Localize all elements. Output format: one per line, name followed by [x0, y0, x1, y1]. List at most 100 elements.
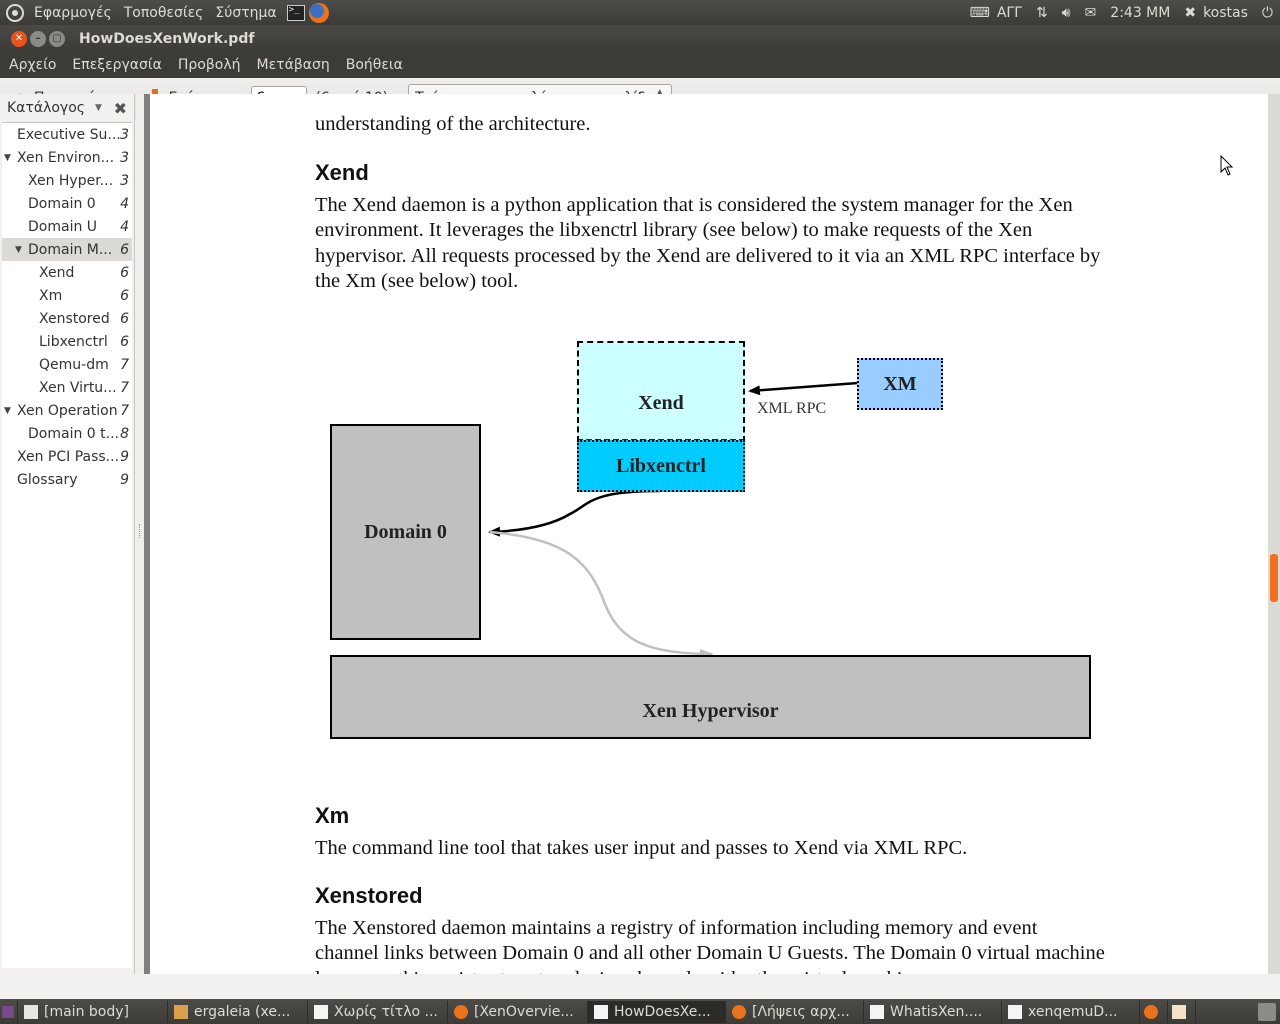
task-howdoesxen[interactable]: HowDoesXe... — [588, 1000, 726, 1023]
hypervisor-box-label: Xen Hypervisor — [642, 699, 779, 722]
toc-item-page: 6 — [120, 310, 129, 327]
toc-item[interactable]: ▼ Xen Operation 7 — [2, 399, 132, 422]
toc-item[interactable]: Xen PCI Pass... 9 — [2, 445, 132, 468]
task-label: xenqemuD... — [1028, 1003, 1118, 1020]
close-window-icon[interactable]: ✕ — [11, 30, 27, 47]
document-icon — [870, 1004, 884, 1019]
mouse-cursor-icon — [1220, 155, 1234, 176]
keyboard-icon[interactable]: ⌨ — [963, 5, 997, 21]
toc-item[interactable]: Xen Hyper... 3 — [2, 169, 132, 192]
vertical-scrollbar[interactable] — [1268, 94, 1280, 974]
applications-menu[interactable]: Εφαρμογές — [28, 5, 118, 21]
volume-icon[interactable]: 🔊︎ — [1055, 5, 1078, 21]
toc-item-label: Glossary — [17, 471, 78, 488]
expander-open-icon[interactable]: ▼ — [4, 406, 11, 416]
domain0-box: Domain 0 — [330, 424, 481, 640]
task-label: [XenOvervie... — [474, 1003, 574, 1020]
ubuntu-logo-icon[interactable] — [6, 3, 24, 22]
domain0-box-label: Domain 0 — [364, 520, 447, 543]
toc-item[interactable]: Domain U 4 — [2, 215, 132, 238]
notes-task-icon[interactable] — [1168, 1000, 1196, 1023]
toc-item-page: 6 — [120, 264, 129, 281]
toc-item[interactable]: Xm 6 — [2, 284, 132, 307]
toc-item[interactable]: Domain 0 t... 8 — [2, 422, 132, 445]
task-main-body[interactable]: [main body] — [18, 1000, 168, 1023]
sidebar-mode-label[interactable]: Κατάλογος — [7, 100, 85, 116]
title-bar: ✕ – ▢ HowDoesXenWork.pdf — [0, 25, 1280, 52]
menu-go[interactable]: Μετάβαση — [249, 57, 338, 73]
toc-item-selected[interactable]: ▼ Domain M... 6 — [2, 238, 132, 261]
domain0-hypervisor-edge — [489, 530, 714, 659]
firefox-icon — [1144, 1004, 1158, 1019]
toc-item-label: Xenstored — [39, 310, 110, 327]
maximize-window-icon[interactable]: ▢ — [49, 30, 65, 47]
xend-box: Xend — [577, 341, 745, 442]
toc-item[interactable]: ▼ Xen Environ... 3 — [2, 146, 132, 169]
terminal-launcher-icon[interactable] — [286, 4, 305, 21]
close-sidebar-icon[interactable]: ✖ — [114, 99, 127, 118]
places-menu[interactable]: Τοποθεσίες — [118, 5, 210, 21]
menu-bar: Αρχείο Επεξεργασία Προβολή Μετάβαση Βοήθ… — [0, 52, 1280, 78]
task-label: WhatisXen.... — [890, 1003, 983, 1020]
toc-item-page: 8 — [120, 425, 129, 442]
toc-item-label: Domain 0 t... — [28, 425, 119, 442]
top-panel: Εφαρμογές Τοποθεσίες Σύστημα ⌨ ΑΓΓ ⇅ 🔊︎ … — [0, 0, 1280, 25]
firefox-task-icon[interactable] — [1140, 1000, 1168, 1023]
expander-open-icon[interactable]: ▼ — [15, 245, 22, 255]
expander-open-icon[interactable]: ▼ — [4, 153, 11, 163]
mail-icon[interactable]: ✉ — [1078, 5, 1104, 21]
task-label: ergaleia (xe... — [194, 1003, 291, 1020]
scrollbar-thumb[interactable] — [1270, 554, 1278, 602]
toc-item-label: Qemu-dm — [39, 356, 109, 373]
menu-help[interactable]: Βοήθεια — [338, 57, 411, 73]
task-whatisxen[interactable]: WhatisXen.... — [864, 1000, 1002, 1023]
show-desktop-icon[interactable] — [0, 1000, 18, 1023]
keyboard-layout[interactable]: ΑΓΓ — [997, 5, 1029, 21]
toc-item-page: 4 — [120, 218, 129, 235]
notes-icon — [1172, 1004, 1186, 1019]
sidebar-resize-handle[interactable] — [136, 94, 144, 974]
task-label: HowDoesXe... — [614, 1003, 711, 1020]
toc-item-label: Xen Hyper... — [28, 172, 114, 189]
task-xenqemu[interactable]: xenqemuD... — [1002, 1000, 1140, 1023]
xm-box: XM — [857, 358, 943, 410]
toc-item-page: 6 — [120, 241, 129, 258]
document-view[interactable]: understanding of the architecture. Xend … — [144, 94, 1280, 974]
menu-view[interactable]: Προβολή — [170, 57, 249, 73]
toc-item[interactable]: Qemu-dm 7 — [2, 353, 132, 376]
clock[interactable]: 2:43 ΜΜ — [1103, 5, 1177, 21]
toc-item[interactable]: Executive Su... 3 — [2, 123, 132, 146]
dropdown-icon[interactable]: ▼ — [95, 103, 102, 113]
trash-icon[interactable] — [1258, 1002, 1276, 1021]
firefox-launcher-icon[interactable] — [308, 2, 329, 23]
toc-item-page: 7 — [120, 379, 129, 396]
system-menu[interactable]: Σύστημα — [209, 5, 282, 21]
menu-edit[interactable]: Επεξεργασία — [64, 57, 169, 73]
power-icon[interactable]: ⏻ — [1255, 5, 1280, 21]
toc-item[interactable]: Xen Virtu... 7 — [2, 376, 132, 399]
task-ergaleia[interactable]: ergaleia (xe... — [168, 1000, 308, 1023]
pdf-icon — [594, 1004, 608, 1019]
toc-item-label: Xen Environ... — [17, 149, 115, 166]
user-name[interactable]: kostas — [1196, 5, 1255, 21]
toc-item-page: 3 — [120, 126, 129, 143]
toc-item[interactable]: Glossary 9 — [2, 468, 132, 491]
task-downloads[interactable]: [Λήψεις αρχ... — [726, 1000, 864, 1023]
folder-icon — [174, 1004, 188, 1019]
toc-item[interactable]: Domain 0 4 — [2, 192, 132, 215]
window-title: HowDoesXenWork.pdf — [79, 30, 255, 47]
xenstored-heading: Xenstored — [315, 883, 423, 908]
network-icon[interactable]: ⇅ — [1029, 5, 1055, 21]
pdf-page: understanding of the architecture. Xend … — [150, 94, 1268, 974]
task-untitled[interactable]: Χωρίς τίτλο ... — [308, 1000, 448, 1023]
toc-item[interactable]: Xend 6 — [2, 261, 132, 284]
toc-item-page: 6 — [120, 287, 129, 304]
menu-file[interactable]: Αρχείο — [0, 57, 64, 73]
toc-item-label: Domain U — [28, 218, 98, 235]
task-xenoverview[interactable]: [XenOvervie... — [448, 1000, 588, 1023]
toc-item-page: 9 — [120, 471, 129, 488]
minimize-window-icon[interactable]: – — [30, 30, 46, 47]
toc-item[interactable]: Xenstored 6 — [2, 307, 132, 330]
user-icon[interactable]: ✖ — [1177, 5, 1196, 21]
toc-item[interactable]: Libxenctrl 6 — [2, 330, 132, 353]
